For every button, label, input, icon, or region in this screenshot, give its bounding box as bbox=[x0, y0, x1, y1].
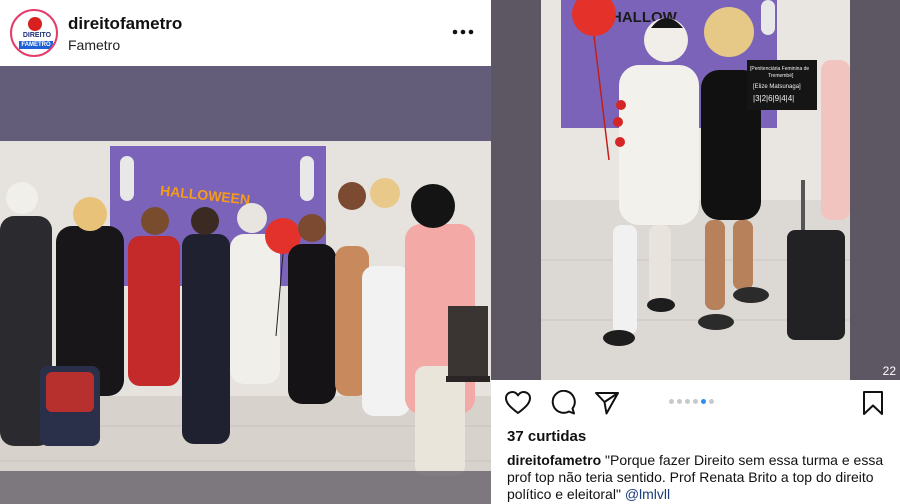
post-photo[interactable]: HALLOWEEN bbox=[0, 66, 491, 504]
post-location[interactable]: Fametro bbox=[68, 37, 120, 53]
carousel-dot[interactable] bbox=[685, 399, 690, 404]
sign-line1: [Penitenciária Feminina de bbox=[750, 66, 809, 72]
carousel-dot[interactable] bbox=[693, 399, 698, 404]
costume-photo-image: HALLOW [Penitenciária Feminina de Tremem… bbox=[491, 0, 900, 380]
post-photo-carousel[interactable]: HALLOW [Penitenciária Feminina de Tremem… bbox=[491, 0, 900, 380]
group-photo-image: HALLOWEEN bbox=[0, 66, 491, 504]
action-bar bbox=[491, 382, 900, 422]
comment-icon[interactable] bbox=[550, 390, 576, 416]
avatar-seal-icon bbox=[28, 17, 42, 31]
prisoner-sign: [Penitenciária Feminina de Tremembé] [El… bbox=[747, 60, 817, 110]
avatar-label-band: FAMETRO bbox=[19, 41, 53, 49]
caption-mention[interactable]: @lmlvll bbox=[625, 486, 670, 502]
carousel-dot[interactable] bbox=[669, 399, 674, 404]
right-post: HALLOW [Penitenciária Feminina de Tremem… bbox=[491, 0, 900, 504]
avatar-inner: DIREITO FAMETRO bbox=[15, 14, 53, 52]
post-username[interactable]: direitofametro bbox=[68, 14, 182, 34]
avatar-label-top: DIREITO bbox=[22, 32, 52, 39]
carousel-dots bbox=[669, 399, 717, 405]
carousel-dot[interactable] bbox=[709, 399, 714, 404]
carousel-dot[interactable] bbox=[677, 399, 682, 404]
share-icon[interactable] bbox=[594, 390, 620, 416]
left-post: DIREITO FAMETRO direitofametro Fametro H… bbox=[0, 0, 491, 504]
heart-icon[interactable] bbox=[505, 390, 531, 416]
avatar[interactable]: DIREITO FAMETRO bbox=[10, 9, 58, 57]
sign-line2: Tremembé] bbox=[768, 73, 794, 79]
likes-count[interactable]: 37 curtidas bbox=[507, 428, 586, 445]
image-count-badge: 22 bbox=[882, 364, 896, 378]
bookmark-icon[interactable] bbox=[860, 390, 886, 416]
carousel-dot-active[interactable] bbox=[701, 399, 706, 404]
sign-line4: |3|2|6|9|4|4| bbox=[753, 94, 794, 103]
caption-username[interactable]: direitofametro bbox=[507, 452, 601, 468]
post-caption: direitofametro "Porque fazer Direito sem… bbox=[507, 452, 893, 503]
post-header: DIREITO FAMETRO direitofametro Fametro bbox=[0, 0, 491, 66]
sign-line3: [Elize Matsunaga] bbox=[753, 84, 801, 90]
more-icon[interactable] bbox=[452, 24, 474, 40]
